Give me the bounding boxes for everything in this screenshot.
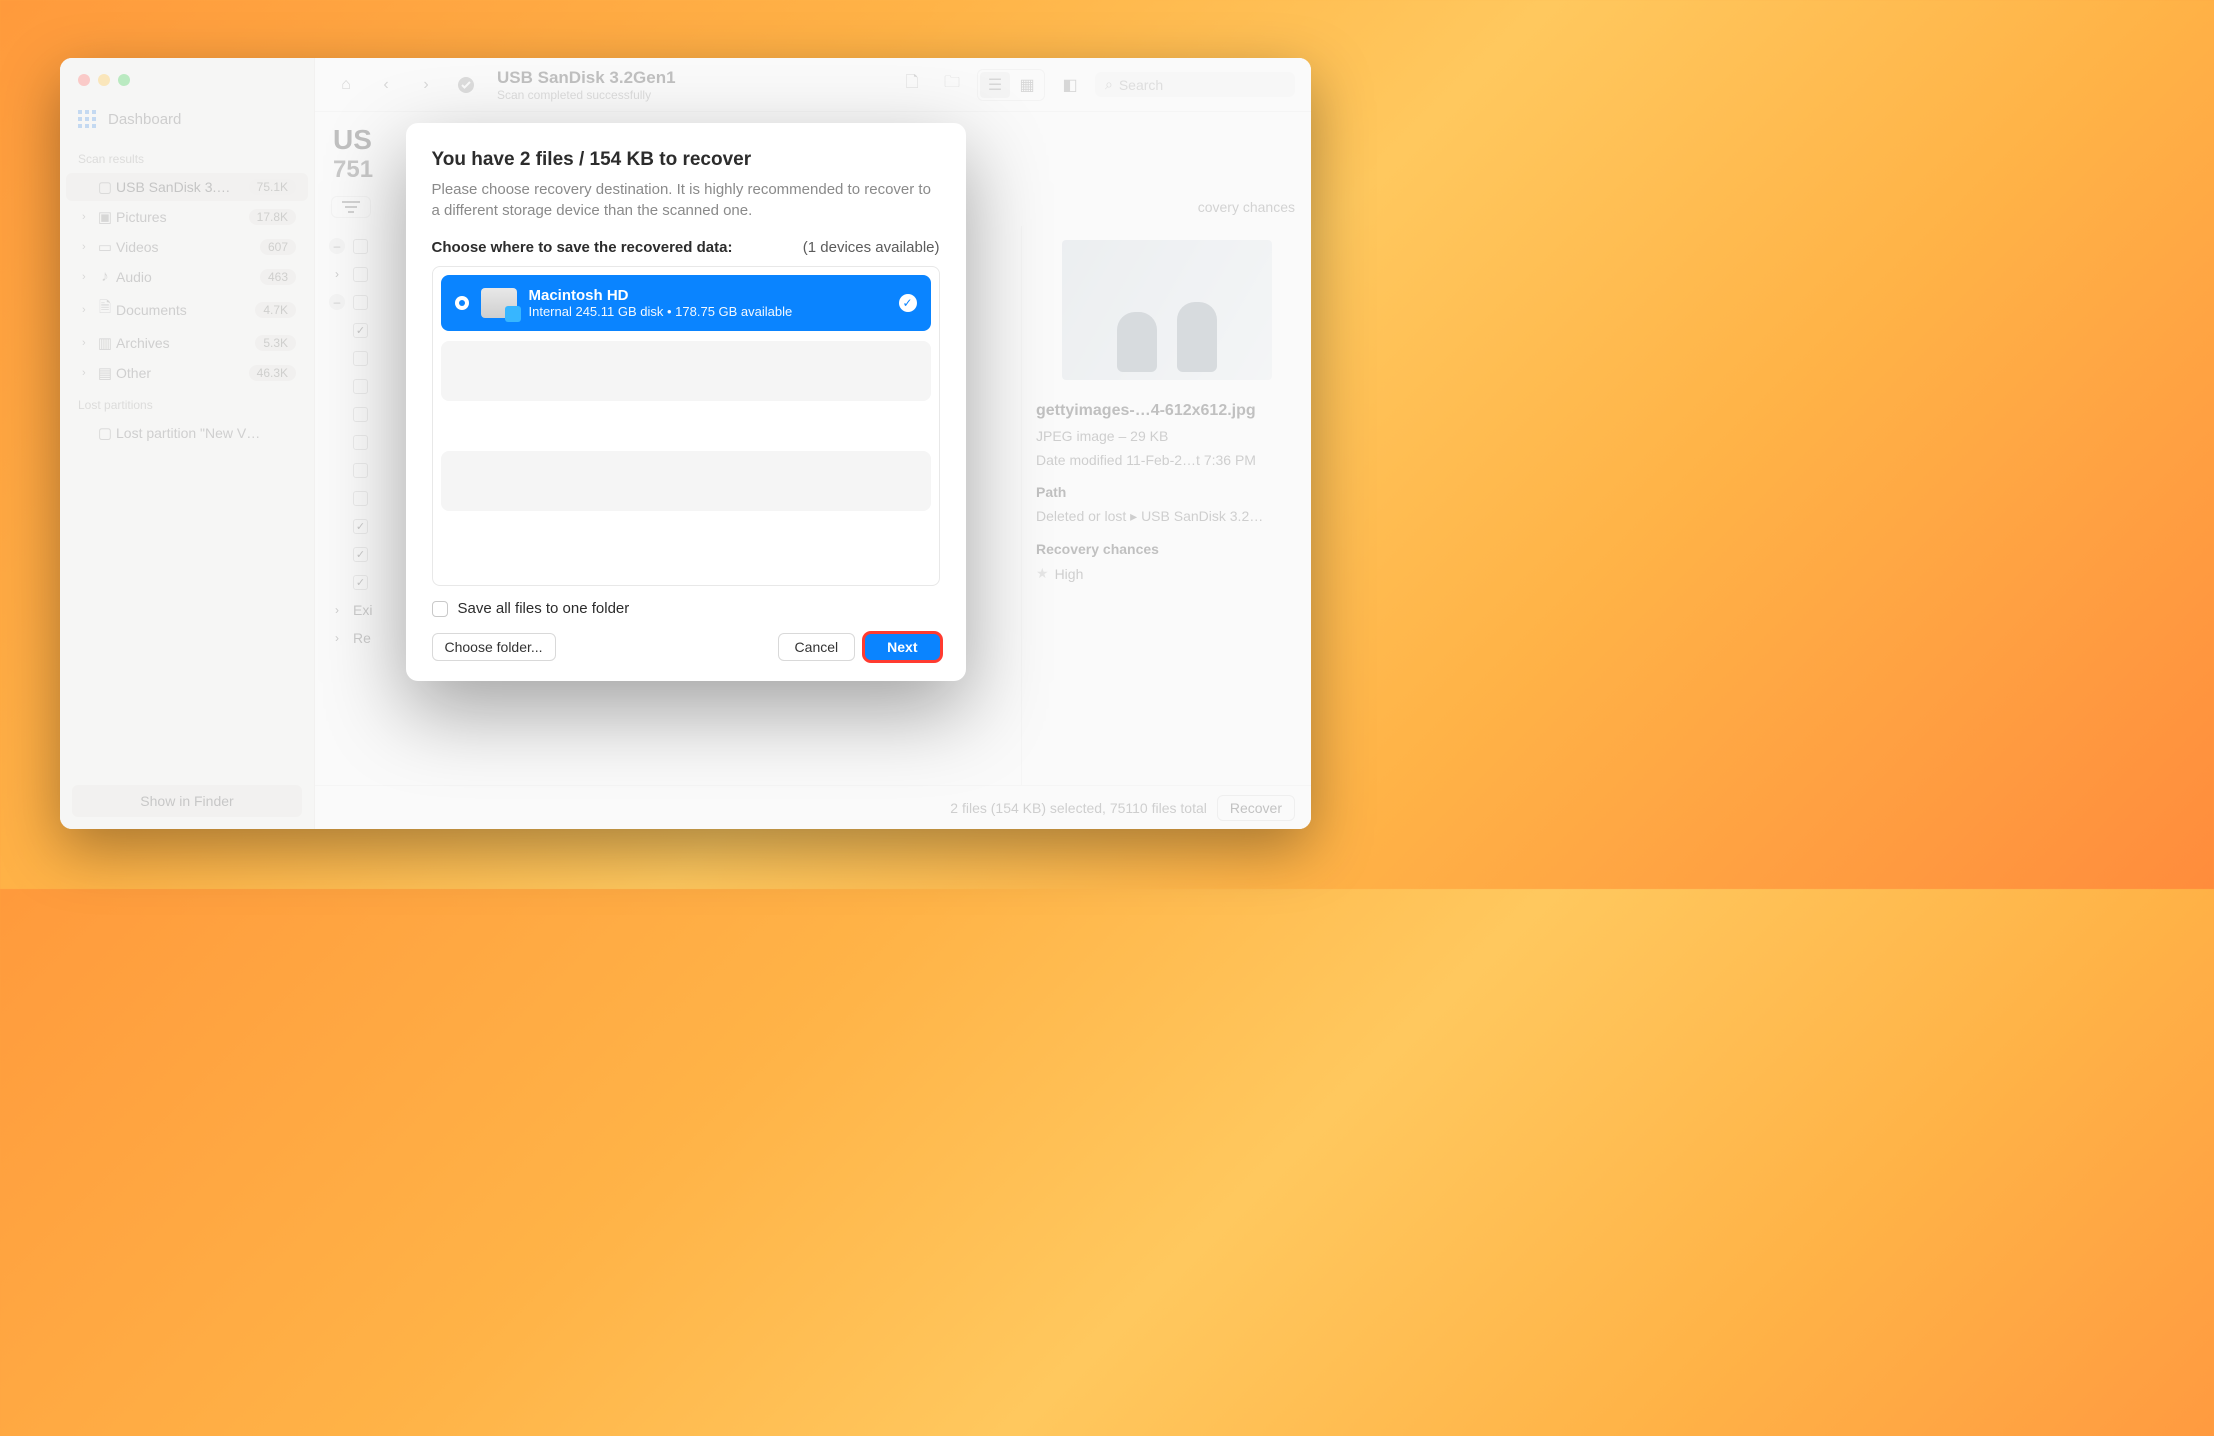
destination-placeholder [441,341,931,401]
next-button[interactable]: Next [865,634,939,660]
checkbox[interactable] [432,601,448,617]
save-one-label: Save all files to one folder [458,600,630,617]
choose-folder-button[interactable]: Choose folder... [432,633,556,661]
destination-name: Macintosh HD [529,287,793,304]
destination-placeholder [441,451,931,511]
choose-label: Choose where to save the recovered data: [432,239,733,256]
destination-list: Macintosh HD Internal 245.11 GB disk • 1… [432,266,940,586]
save-one-folder-option[interactable]: Save all files to one folder [432,600,940,617]
modal-description: Please choose recovery destination. It i… [432,179,940,221]
destination-option[interactable]: Macintosh HD Internal 245.11 GB disk • 1… [441,275,931,331]
check-icon: ✓ [899,294,917,312]
radio-selected-icon[interactable] [455,296,469,310]
cancel-button[interactable]: Cancel [778,633,856,661]
modal-title: You have 2 files / 154 KB to recover [432,149,940,171]
disk-icon [481,288,517,318]
destination-details: Internal 245.11 GB disk • 178.75 GB avai… [529,304,793,319]
recovery-destination-dialog: You have 2 files / 154 KB to recover Ple… [406,123,966,681]
devices-available: (1 devices available) [803,239,940,256]
app-window: Dashboard Scan results ▢ USB SanDisk 3.…… [60,58,1311,829]
modal-overlay: You have 2 files / 154 KB to recover Ple… [60,58,1311,829]
